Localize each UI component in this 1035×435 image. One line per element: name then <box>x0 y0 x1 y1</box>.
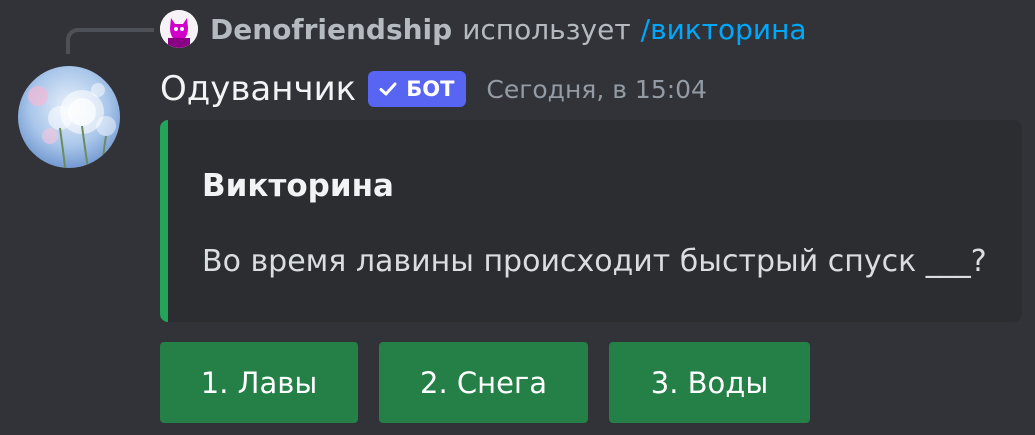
message-container: Denofriendship использует/викторина Одув… <box>0 0 1035 435</box>
reply-username[interactable]: Denofriendship <box>210 13 452 46</box>
message-header: Одуванчик БОТ Сегодня, в 15:04 <box>160 64 707 114</box>
embed-title: Викторина <box>202 168 394 204</box>
bot-tag-label: БОТ <box>406 77 455 101</box>
answer-button-3[interactable]: 3. Воды <box>609 342 810 423</box>
reply-context: Denofriendship использует/викторина <box>210 8 807 52</box>
message-timestamp[interactable]: Сегодня, в 15:04 <box>486 75 707 104</box>
embed: Викторина Во время лавины происходит быс… <box>160 120 1022 322</box>
reply-avatar-icon <box>160 10 198 48</box>
answer-button-2[interactable]: 2. Снега <box>379 342 588 423</box>
answer-buttons-row: 1. Лавы 2. Снега 3. Воды <box>160 342 831 423</box>
author-avatar[interactable] <box>18 66 120 168</box>
reply-command-link[interactable]: /викторина <box>641 13 807 46</box>
bot-tag: БОТ <box>368 71 467 107</box>
answer-button-1[interactable]: 1. Лавы <box>160 342 358 423</box>
author-name[interactable]: Одуванчик <box>160 69 356 109</box>
reply-action: использует <box>462 13 631 46</box>
checkmark-icon <box>379 82 397 96</box>
reply-spine <box>66 28 154 54</box>
reply-avatar[interactable] <box>160 10 198 48</box>
dandelion-avatar-icon <box>18 66 120 168</box>
embed-description: Во время лавины происходит быстрый спуск… <box>202 244 987 279</box>
